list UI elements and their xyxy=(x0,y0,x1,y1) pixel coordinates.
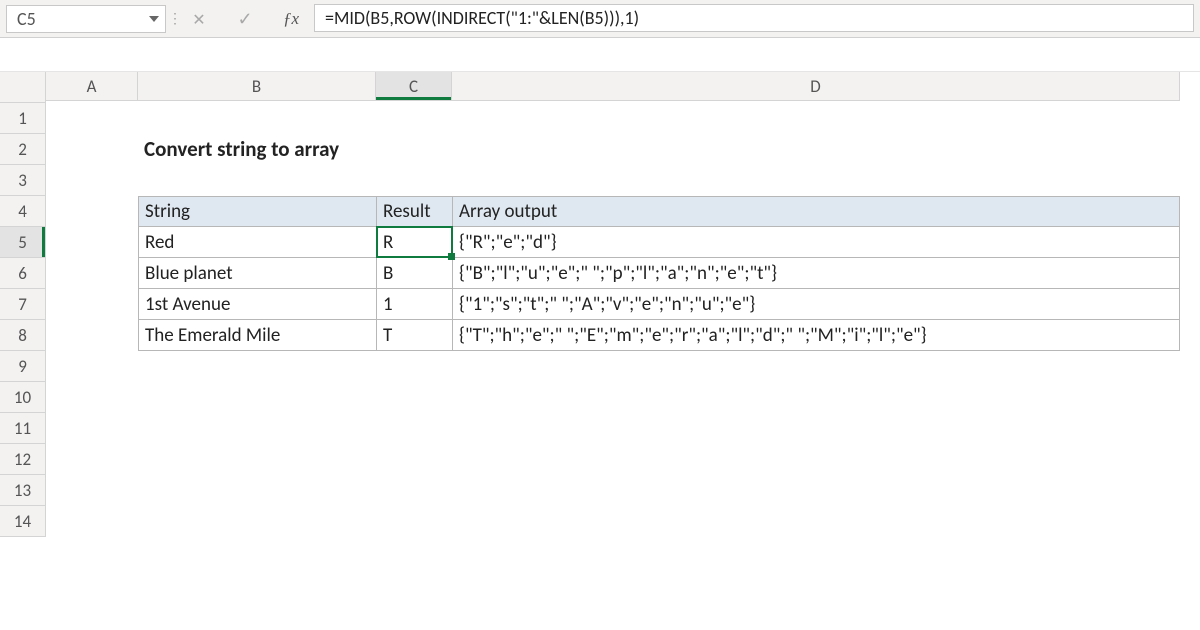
formula-input[interactable]: =MID(B5,ROW(INDIRECT("1:"&LEN(B5))),1) xyxy=(314,4,1194,32)
cell-D12[interactable] xyxy=(452,444,1180,475)
cell-D5[interactable]: {"R";"e";"d"} xyxy=(452,227,1180,258)
cell-A11[interactable] xyxy=(46,413,138,444)
row-head-5[interactable]: 5 xyxy=(0,227,46,258)
page-title[interactable]: Convert string to array xyxy=(138,134,1180,165)
cell-D13[interactable] xyxy=(452,475,1180,506)
cell-C3[interactable] xyxy=(376,165,452,196)
cell-B10[interactable] xyxy=(138,382,376,413)
cell-A7[interactable] xyxy=(46,289,138,320)
cell-A12[interactable] xyxy=(46,444,138,475)
formula-bar: C5 ⋮ ƒx =MID(B5,ROW(INDIRECT("1:"&LEN(B5… xyxy=(0,0,1200,38)
row-head-3[interactable]: 3 xyxy=(0,165,46,196)
col-head-C[interactable]: C xyxy=(376,72,452,101)
name-box[interactable]: C5 xyxy=(6,5,166,33)
cell-B8[interactable]: The Emerald Mile xyxy=(138,320,376,351)
cell-D8[interactable]: {"T";"h";"e";" ";"E";"m";"e";"r";"a";"l"… xyxy=(452,320,1180,351)
cell-B9[interactable] xyxy=(138,351,376,382)
table-header-array[interactable]: Array output xyxy=(452,196,1180,227)
cell-D1[interactable] xyxy=(452,103,1180,134)
row-head-11[interactable]: 11 xyxy=(0,413,46,444)
cell-C6[interactable]: B xyxy=(376,258,452,289)
row-head-9[interactable]: 9 xyxy=(0,351,46,382)
enter-icon[interactable] xyxy=(232,8,258,30)
cell-A10[interactable] xyxy=(46,382,138,413)
fx-icon[interactable]: ƒx xyxy=(278,9,304,29)
col-head-B[interactable]: B xyxy=(138,72,376,101)
row-head-2[interactable]: 2 xyxy=(0,134,46,165)
cell-B7[interactable]: 1st Avenue xyxy=(138,289,376,320)
formula-bar-separator: ⋮ xyxy=(170,0,180,37)
row-head-14[interactable]: 14 xyxy=(0,506,46,537)
cell-D6[interactable]: {"B";"l";"u";"e";" ";"p";"l";"a";"n";"e"… xyxy=(452,258,1180,289)
row-head-4[interactable]: 4 xyxy=(0,196,46,227)
cell-B11[interactable] xyxy=(138,413,376,444)
cell-B13[interactable] xyxy=(138,475,376,506)
cell-B14[interactable] xyxy=(138,506,376,537)
cell-C14[interactable] xyxy=(376,506,452,537)
cancel-icon[interactable] xyxy=(186,8,212,30)
cell-B1[interactable] xyxy=(138,103,376,134)
cell-A13[interactable] xyxy=(46,475,138,506)
chevron-down-icon[interactable] xyxy=(149,16,159,22)
cell-B5[interactable]: Red xyxy=(138,227,376,258)
cell-C1[interactable] xyxy=(376,103,452,134)
cell-A6[interactable] xyxy=(46,258,138,289)
cell-C9[interactable] xyxy=(376,351,452,382)
cell-D9[interactable] xyxy=(452,351,1180,382)
cell-D10[interactable] xyxy=(452,382,1180,413)
table-header-string[interactable]: String xyxy=(138,196,376,227)
ribbon-gap xyxy=(0,38,1200,72)
formula-bar-buttons: ƒx xyxy=(180,0,314,37)
cell-C11[interactable] xyxy=(376,413,452,444)
row-head-13[interactable]: 13 xyxy=(0,475,46,506)
name-box-value: C5 xyxy=(17,8,36,30)
cell-B6[interactable]: Blue planet xyxy=(138,258,376,289)
cell-A4[interactable] xyxy=(46,196,138,227)
cell-C10[interactable] xyxy=(376,382,452,413)
cell-B3[interactable] xyxy=(138,165,376,196)
cell-A5[interactable] xyxy=(46,227,138,258)
row-head-6[interactable]: 6 xyxy=(0,258,46,289)
cell-C13[interactable] xyxy=(376,475,452,506)
cell-A1[interactable] xyxy=(46,103,138,134)
cell-C12[interactable] xyxy=(376,444,452,475)
spreadsheet-grid[interactable]: A B C D 1 2 Convert string to array 3 4 … xyxy=(0,72,1200,537)
name-box-wrap: C5 xyxy=(0,0,170,37)
row-head-1[interactable]: 1 xyxy=(0,103,46,134)
cell-C8[interactable]: T xyxy=(376,320,452,351)
row-head-7[interactable]: 7 xyxy=(0,289,46,320)
col-head-D[interactable]: D xyxy=(452,72,1180,101)
cell-D14[interactable] xyxy=(452,506,1180,537)
cell-C5[interactable]: R xyxy=(376,227,452,258)
table-header-result[interactable]: Result xyxy=(376,196,452,227)
formula-text: =MID(B5,ROW(INDIRECT("1:"&LEN(B5))),1) xyxy=(325,7,639,29)
cell-A3[interactable] xyxy=(46,165,138,196)
row-head-8[interactable]: 8 xyxy=(0,320,46,351)
col-head-A[interactable]: A xyxy=(46,72,138,101)
cell-A8[interactable] xyxy=(46,320,138,351)
cell-B12[interactable] xyxy=(138,444,376,475)
cell-A14[interactable] xyxy=(46,506,138,537)
row-head-10[interactable]: 10 xyxy=(0,382,46,413)
cell-D7[interactable]: {"1";"s";"t";" ";"A";"v";"e";"n";"u";"e"… xyxy=(452,289,1180,320)
cell-A2[interactable] xyxy=(46,134,138,165)
cell-D3[interactable] xyxy=(452,165,1180,196)
select-all-corner[interactable] xyxy=(0,72,46,103)
cell-C7[interactable]: 1 xyxy=(376,289,452,320)
row-head-12[interactable]: 12 xyxy=(0,444,46,475)
cell-D11[interactable] xyxy=(452,413,1180,444)
cell-A9[interactable] xyxy=(46,351,138,382)
